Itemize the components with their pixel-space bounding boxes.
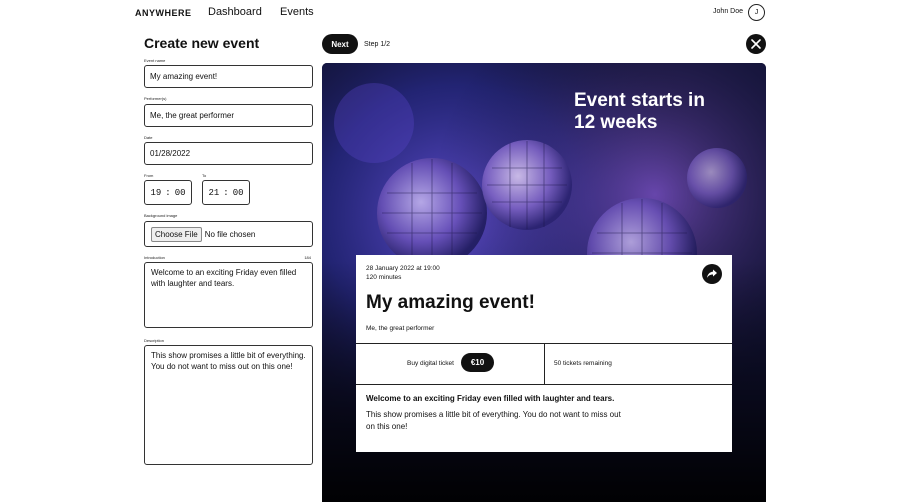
background-image-input[interactable]: Choose File No file chosen	[144, 221, 313, 247]
date-label: Date	[144, 135, 153, 140]
event-preview: Event starts in 12 weeks 28 January 2022…	[322, 63, 766, 502]
event-performer: Me, the great performer	[366, 325, 435, 332]
to-hours[interactable]: 21	[208, 188, 219, 198]
close-button[interactable]	[746, 34, 766, 54]
step-indicator: Step 1/2	[364, 41, 391, 48]
nav-link-events[interactable]: Events	[280, 6, 314, 18]
next-button[interactable]: Next	[322, 34, 358, 54]
event-name-input[interactable]	[144, 65, 313, 88]
buy-ticket-label: Buy digital ticket	[407, 360, 454, 367]
file-status: No file chosen	[204, 229, 256, 239]
date-input[interactable]	[144, 142, 313, 165]
top-nav: ANYWHERE Dashboard Events John Doe J	[0, 0, 900, 26]
divider	[544, 343, 545, 384]
to-time-input[interactable]: 21 : 00	[202, 180, 250, 205]
brand-logo[interactable]: ANYWHERE	[135, 8, 192, 18]
share-button[interactable]	[702, 264, 722, 284]
event-card: 28 January 2022 at 19:00 120 minutes My …	[356, 255, 732, 452]
countdown-text: Event starts in 12 weeks	[574, 90, 705, 133]
time-separator: :	[223, 187, 229, 198]
time-separator: :	[165, 187, 171, 198]
share-arrow-icon	[707, 269, 717, 278]
event-title: My amazing event!	[366, 292, 535, 313]
avatar[interactable]: J	[748, 4, 765, 21]
performers-input[interactable]	[144, 104, 313, 127]
background-image-label: Background image	[144, 213, 178, 218]
event-duration: 120 minutes	[366, 274, 402, 281]
from-label: From	[144, 173, 154, 178]
choose-file-button[interactable]: Choose File	[151, 226, 202, 242]
divider	[356, 384, 732, 385]
introduction-label: Introduction	[144, 255, 165, 260]
from-hours[interactable]: 19	[150, 188, 161, 198]
performers-label: Performer(s)	[144, 96, 167, 101]
description-label: Description	[144, 338, 165, 343]
to-label: To	[202, 173, 207, 178]
from-minutes[interactable]: 00	[175, 188, 186, 198]
from-time-input[interactable]: 19 : 00	[144, 180, 192, 205]
tickets-remaining: 50 tickets remaining	[554, 360, 612, 367]
page-title: Create new event	[144, 35, 260, 51]
introduction-char-count: 184	[304, 255, 311, 260]
event-description: This show promises a little bit of every…	[366, 410, 621, 431]
event-date: 28 January 2022 at 19:00	[366, 265, 440, 272]
user-name[interactable]: John Doe	[713, 8, 743, 15]
nav-link-dashboard[interactable]: Dashboard	[208, 6, 262, 18]
event-intro: Welcome to an exciting Friday even fille…	[366, 394, 615, 403]
event-name-label: Event name	[144, 58, 166, 63]
description-textarea[interactable]: This show promises a little bit of every…	[144, 345, 313, 465]
to-minutes[interactable]: 00	[233, 188, 244, 198]
price-button[interactable]: €10	[461, 353, 494, 372]
close-icon	[751, 39, 761, 49]
introduction-textarea[interactable]: Welcome to an exciting Friday even fille…	[144, 262, 313, 328]
